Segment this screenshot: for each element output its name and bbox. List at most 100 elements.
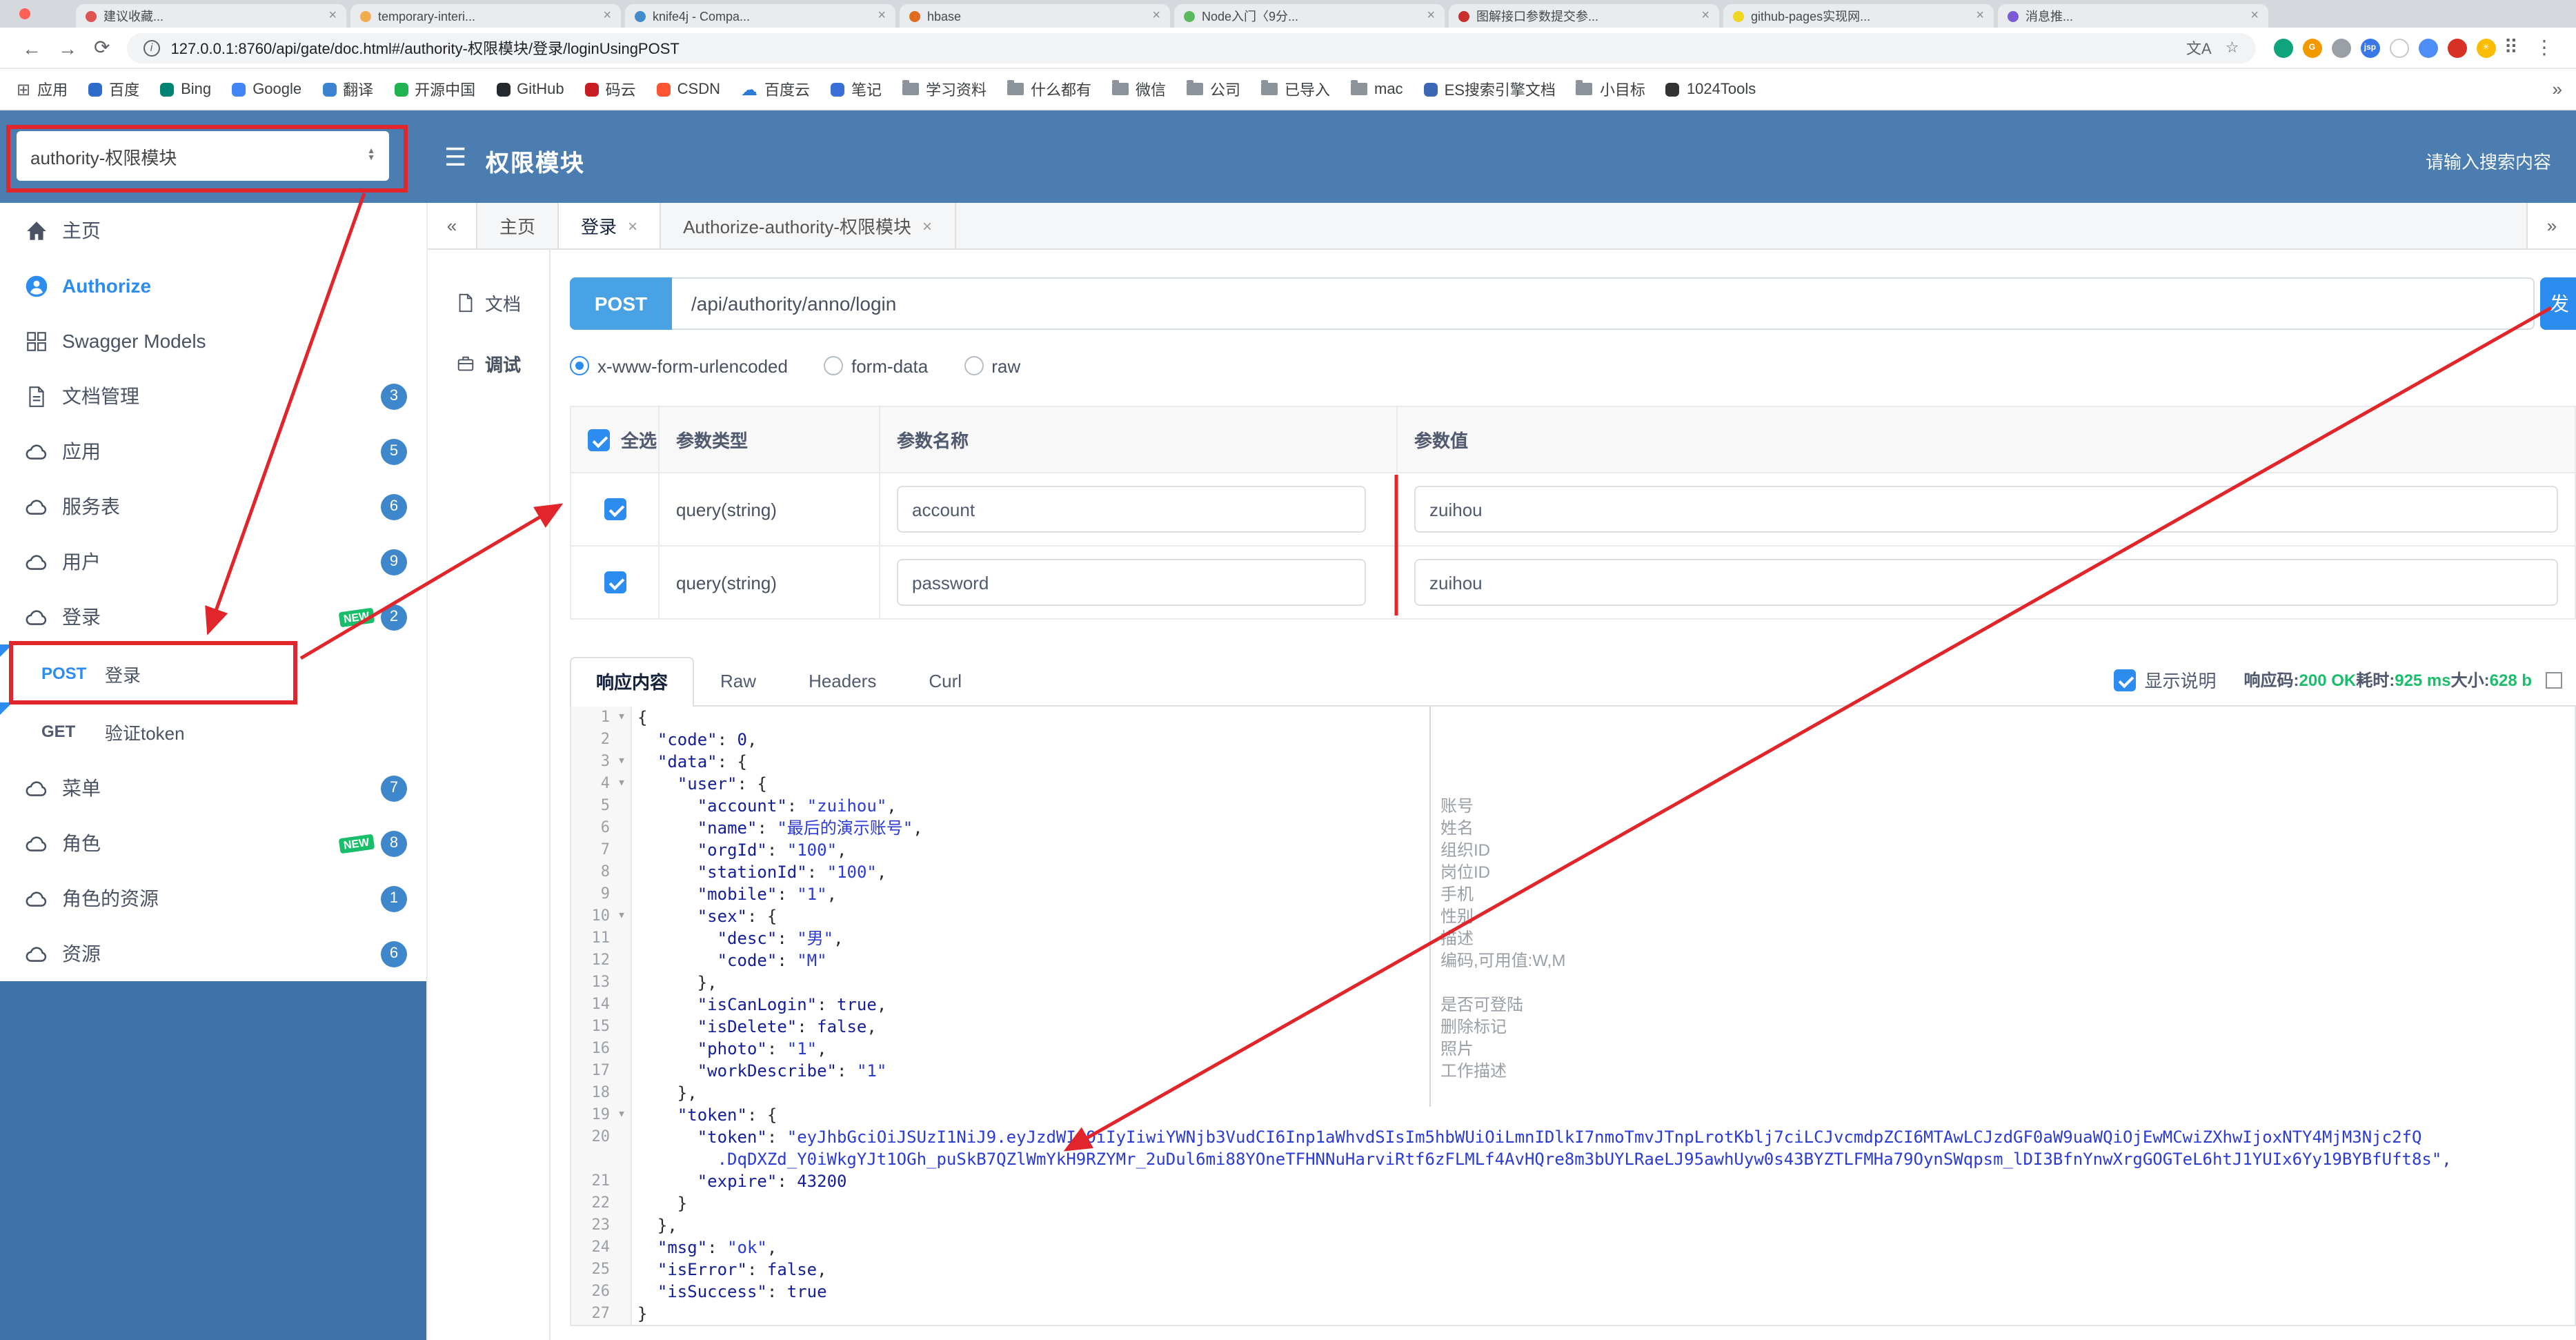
menu-toggle-icon[interactable]: ☰ bbox=[444, 144, 466, 173]
bookmark-item[interactable]: mac bbox=[1351, 80, 1403, 97]
tab-close-icon[interactable]: × bbox=[328, 8, 337, 23]
browser-tab[interactable]: github-pages实现网... × bbox=[1723, 4, 1994, 28]
extension-icon[interactable] bbox=[2273, 38, 2293, 57]
fold-caret-icon[interactable]: ▾ bbox=[613, 773, 632, 795]
show-description-checkbox[interactable] bbox=[2114, 669, 2137, 691]
select-all-checkbox[interactable] bbox=[588, 428, 610, 451]
extension-icon[interactable] bbox=[2389, 38, 2409, 57]
param-value-input[interactable] bbox=[1414, 559, 2558, 606]
bookmark-item[interactable]: Google bbox=[232, 81, 301, 97]
bookmark-item[interactable]: 开源中国 bbox=[394, 78, 475, 100]
tab-close-icon[interactable]: × bbox=[1701, 8, 1710, 23]
tab-close-icon[interactable]: × bbox=[603, 8, 611, 23]
forward-icon[interactable]: → bbox=[58, 37, 77, 59]
fold-caret-icon[interactable]: ▾ bbox=[613, 751, 632, 773]
tab-close-icon[interactable]: × bbox=[1976, 8, 1984, 23]
bookmark-item[interactable]: 笔记 bbox=[831, 78, 882, 100]
response-tab[interactable]: Raw bbox=[694, 656, 782, 705]
extension-icon[interactable] bbox=[2447, 38, 2467, 57]
fold-caret-icon[interactable]: ▾ bbox=[613, 1104, 632, 1126]
sidebar-item-6[interactable]: 用户 9 bbox=[0, 534, 426, 589]
param-value-input[interactable] bbox=[1414, 486, 2558, 533]
bookmark-item[interactable]: 什么都有 bbox=[1007, 78, 1091, 100]
bookmark-item[interactable]: 码云 bbox=[584, 78, 636, 100]
sidebar-api-item-get[interactable]: GET 验证token bbox=[0, 702, 426, 760]
bookmark-item[interactable]: 微信 bbox=[1112, 78, 1166, 100]
browser-menu-icon[interactable]: ⋮ bbox=[2535, 36, 2554, 59]
bookmark-star-icon[interactable]: ☆ bbox=[2226, 39, 2239, 57]
workspace-tab[interactable]: 主页 bbox=[477, 203, 559, 248]
response-tab[interactable]: Headers bbox=[782, 656, 902, 705]
sidebar-item-10[interactable]: 角色的资源 1 bbox=[0, 871, 426, 926]
content-type-radio[interactable]: x-www-form-urlencoded bbox=[570, 355, 788, 376]
sidebar-item-3[interactable]: 文档管理 3 bbox=[0, 368, 426, 424]
bookmark-item[interactable]: GitHub bbox=[496, 81, 564, 97]
sidebar-item-2[interactable]: Swagger Models bbox=[0, 313, 426, 368]
tab-close-icon[interactable]: × bbox=[1152, 8, 1160, 23]
bookmark-item[interactable]: 公司 bbox=[1187, 78, 1240, 100]
fold-caret-icon[interactable]: ▾ bbox=[613, 707, 632, 729]
response-tab[interactable]: Curl bbox=[902, 656, 988, 705]
browser-tab[interactable]: 建议收藏... × bbox=[76, 4, 346, 28]
bookmark-item[interactable]: ⊞ 应用 bbox=[17, 78, 68, 100]
sidebar-item-1[interactable]: Authorize bbox=[0, 258, 426, 313]
extension-icon[interactable]: G bbox=[2302, 38, 2322, 57]
browser-tab[interactable]: Node入门〈9分... × bbox=[1174, 4, 1445, 28]
bookmark-item[interactable]: ES搜索引擎文档 bbox=[1423, 78, 1556, 100]
translate-icon[interactable]: 文A bbox=[2186, 37, 2212, 59]
site-info-icon[interactable]: i bbox=[143, 39, 160, 56]
sidebar-item-7[interactable]: 登录 NEW 2 bbox=[0, 589, 426, 644]
bookmark-item[interactable]: ☁ 百度云 bbox=[741, 78, 810, 100]
collapse-tabs-icon[interactable]: « bbox=[428, 203, 477, 248]
reload-icon[interactable]: ⟳ bbox=[94, 36, 110, 59]
param-checkbox[interactable] bbox=[604, 571, 626, 594]
close-tab-icon[interactable]: × bbox=[922, 216, 932, 235]
extension-icon[interactable] bbox=[2418, 38, 2438, 57]
bookmark-item[interactable]: Bing bbox=[160, 81, 211, 97]
sidebar-api-item-post[interactable]: POST 登录 bbox=[0, 644, 426, 702]
workspace-tab[interactable]: 登录 × bbox=[559, 203, 662, 248]
apps-grid-icon[interactable]: ⠿ bbox=[2504, 36, 2518, 59]
content-type-radio[interactable]: raw bbox=[964, 355, 1020, 376]
expand-tabs-icon[interactable]: » bbox=[2526, 203, 2576, 248]
bookmark-item[interactable]: CSDN bbox=[656, 81, 720, 97]
browser-tab[interactable]: hbase × bbox=[900, 4, 1170, 28]
bookmark-item[interactable]: 学习资料 bbox=[902, 78, 987, 100]
expand-response-icon[interactable] bbox=[2546, 671, 2562, 688]
sidebar-item-0[interactable]: 主页 bbox=[0, 203, 426, 258]
extension-icon[interactable]: jsp bbox=[2360, 38, 2380, 57]
sidebar-item-11[interactable]: 资源 6 bbox=[0, 926, 426, 981]
doc-tab-doc[interactable]: 文档 bbox=[428, 272, 549, 333]
tab-close-icon[interactable]: × bbox=[2250, 8, 2259, 23]
param-checkbox[interactable] bbox=[604, 498, 626, 521]
browser-tab[interactable]: knife4j - Compa... × bbox=[625, 4, 895, 28]
address-bar[interactable]: i 127.0.0.1:8760/api/gate/doc.html#/auth… bbox=[126, 32, 2256, 63]
send-button[interactable]: 发 bbox=[2540, 277, 2576, 330]
browser-tab[interactable]: temporary-interi... × bbox=[350, 4, 621, 28]
extension-icon[interactable]: ✳ bbox=[2476, 38, 2496, 57]
window-close-button[interactable] bbox=[19, 8, 30, 19]
bookmarks-overflow-icon[interactable]: » bbox=[2546, 69, 2568, 109]
param-name-input[interactable] bbox=[897, 559, 1366, 606]
bookmark-item[interactable]: 小目标 bbox=[1576, 78, 1645, 100]
fold-caret-icon[interactable]: ▾ bbox=[613, 905, 632, 927]
header-search-input[interactable]: 请输入搜索内容 bbox=[2426, 148, 2551, 174]
response-tab[interactable]: 响应内容 bbox=[570, 657, 695, 707]
content-type-radio[interactable]: form-data bbox=[823, 355, 928, 376]
api-group-select[interactable]: authority-权限模块 ▲ ▼ bbox=[17, 131, 389, 181]
tab-close-icon[interactable]: × bbox=[1427, 8, 1435, 23]
browser-tab[interactable]: 图解接口参数提交参... × bbox=[1449, 4, 1719, 28]
sidebar-item-8[interactable]: 菜单 7 bbox=[0, 760, 426, 816]
bookmark-item[interactable]: 翻译 bbox=[322, 78, 373, 100]
tab-close-icon[interactable]: × bbox=[878, 8, 886, 23]
browser-tab[interactable]: 消息推... × bbox=[1998, 4, 2268, 28]
bookmark-item[interactable]: 百度 bbox=[88, 78, 139, 100]
param-name-input[interactable] bbox=[897, 486, 1366, 533]
extension-icon[interactable] bbox=[2331, 38, 2351, 57]
sidebar-item-9[interactable]: 角色 NEW 8 bbox=[0, 816, 426, 871]
bookmark-item[interactable]: 1024Tools bbox=[1665, 81, 1756, 97]
close-tab-icon[interactable]: × bbox=[628, 216, 637, 235]
sidebar-item-5[interactable]: 服务表 6 bbox=[0, 479, 426, 534]
doc-tab-debug[interactable]: 调试 bbox=[428, 333, 549, 393]
workspace-tab[interactable]: Authorize-authority-权限模块 × bbox=[661, 203, 956, 248]
